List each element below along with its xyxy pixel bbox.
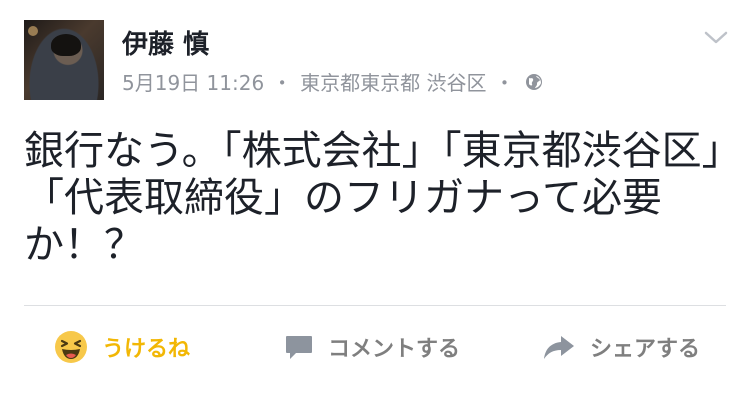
comment-button[interactable]: コメントする bbox=[284, 325, 460, 369]
action-bar: うけるね コメントする シェアする bbox=[0, 325, 750, 369]
post-card: 伊藤 慎 5月19日 11:26 ・ 東京都東京都 渋谷区 ・ 銀行なう。「株式… bbox=[0, 0, 750, 400]
post-location[interactable]: 東京都東京都 渋谷区 bbox=[300, 67, 486, 96]
avatar-hair bbox=[51, 34, 81, 56]
post-bottom-edge bbox=[0, 388, 750, 400]
reaction-button[interactable]: うけるね bbox=[54, 325, 190, 369]
reaction-label: うけるね bbox=[102, 337, 191, 362]
avatar-background-light bbox=[28, 26, 38, 36]
globe-icon[interactable] bbox=[525, 73, 543, 91]
comment-label: コメントする bbox=[328, 337, 461, 362]
meta-separator-2: ・ bbox=[494, 71, 515, 95]
post-meta: 5月19日 11:26 ・ 東京都東京都 渋谷区 ・ bbox=[122, 67, 543, 96]
share-button[interactable]: シェアする bbox=[542, 325, 700, 369]
chevron-down-icon[interactable] bbox=[704, 30, 728, 46]
author-avatar[interactable] bbox=[24, 20, 104, 100]
meta-separator: ・ bbox=[272, 71, 293, 95]
share-label: シェアする bbox=[590, 337, 701, 362]
speech-bubble-icon bbox=[286, 336, 312, 359]
share-arrow-icon bbox=[544, 336, 574, 359]
post-body: 銀行なう。「株式会社」「東京都渋谷区」「代表取締役」のフリガナって必要か！？ bbox=[24, 128, 722, 268]
divider bbox=[24, 305, 726, 306]
author-name[interactable]: 伊藤 慎 bbox=[122, 24, 209, 61]
post-timestamp[interactable]: 5月19日 11:26 bbox=[122, 67, 264, 96]
laughing-face-icon bbox=[55, 331, 87, 363]
